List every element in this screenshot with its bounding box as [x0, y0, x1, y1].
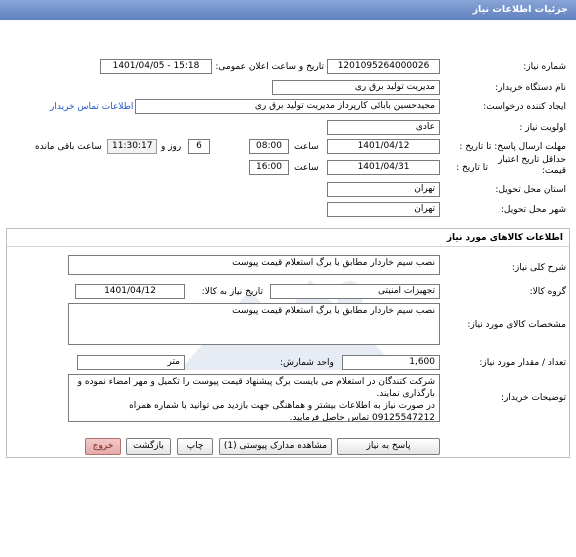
delivery-province-field: تهران [327, 182, 440, 197]
send-deadline-label: مهلت ارسال پاسخ: تا تاریخ : [459, 142, 566, 152]
buyer-field: مدیریت تولید برق ری [272, 80, 440, 95]
remaining-time-label: ساعت باقی مانده [35, 142, 102, 152]
buyer-notes-line-1: شرکت کنندگان در استعلام می بایست برگ پیش… [77, 377, 435, 399]
buyer-notes-line-2: در صورت نیاز به اطلاعات بیشتر و هماهنگی … [129, 401, 435, 422]
validity-label-line2: قیمت: [541, 166, 566, 176]
unit-field: متر [77, 355, 185, 370]
validity-label-line1: حداقل تاریخ اعتبار [498, 155, 566, 165]
send-deadline-time: 08:00 [249, 139, 289, 154]
buyer-contact-link[interactable]: اطلاعات تماس خریدار [50, 100, 133, 114]
item-group-label: گروه کالا: [529, 287, 566, 297]
respond-button[interactable]: پاسخ به نیاز [337, 438, 440, 455]
print-button[interactable]: چاپ [177, 438, 213, 455]
general-desc-label: شرح کلی نیاز: [511, 263, 566, 273]
need-number-field: 1201095264000026 [327, 59, 440, 74]
delivery-city-field: تهران [327, 202, 440, 217]
delivery-province-label: استان محل تحویل: [495, 185, 566, 195]
buyer-notes-field: شرکت کنندگان در استعلام می بایست برگ پیش… [68, 374, 440, 422]
days-label: روز و [161, 142, 182, 152]
announce-label: تاریخ و ساعت اعلان عمومی: [215, 62, 324, 72]
buyer-label: نام دستگاه خریدار: [495, 83, 566, 93]
quantity-field: 1,600 [342, 355, 440, 370]
unit-label: واحد شمارش: [280, 358, 334, 368]
items-section-title: اطلاعات کالاهای مورد نیاز [7, 229, 569, 247]
exit-button[interactable]: خروج [85, 438, 121, 455]
need-date-label: تاریخ نیاز به کالا: [201, 287, 263, 297]
validity-date: 1401/04/31 [327, 160, 440, 175]
validity-time: 16:00 [249, 160, 289, 175]
specs-field: نصب سیم خاردار مطابق با برگ استعلام قیمت… [68, 303, 440, 345]
validity-time-label: ساعت [294, 163, 319, 173]
announce-field: 1401/04/05 - 15:18 [100, 59, 212, 74]
send-deadline-date: 1401/04/12 [327, 139, 440, 154]
general-desc-field: نصب سیم خاردار مطابق با برگ استعلام قیمت… [68, 255, 440, 275]
send-deadline-time-label: ساعت [294, 142, 319, 152]
specs-label: مشخصات کالای مورد نیاز: [467, 320, 566, 330]
buyer-notes-label: توضیحات خریدار: [500, 393, 566, 403]
back-button[interactable]: بازگشت [126, 438, 171, 455]
delivery-city-label: شهر محل تحویل: [500, 205, 566, 215]
need-date-field: 1401/04/12 [75, 284, 185, 299]
validity-to-date-label: تا تاریخ : [456, 163, 488, 173]
need-number-label: شماره نیاز: [523, 62, 566, 72]
priority-field: عادی [327, 120, 440, 135]
quantity-label: تعداد / مقدار مورد نیاز: [479, 358, 566, 368]
item-group-field: تجهیزات امنیتی [270, 284, 440, 299]
remaining-days-field: 6 [188, 139, 210, 154]
view-attachments-button[interactable]: مشاهده مدارک پیوستی (1) [219, 438, 332, 455]
page-title: جزئیات اطلاعات نیاز [0, 0, 576, 20]
requester-label: ایجاد کننده درخواست: [483, 102, 566, 112]
requester-field: مجیدحسین بابائی کارپرداز مدیریت تولید بر… [135, 99, 440, 114]
remaining-time-field: 11:30:17 [107, 139, 157, 154]
priority-label: اولویت نیاز : [519, 123, 566, 133]
